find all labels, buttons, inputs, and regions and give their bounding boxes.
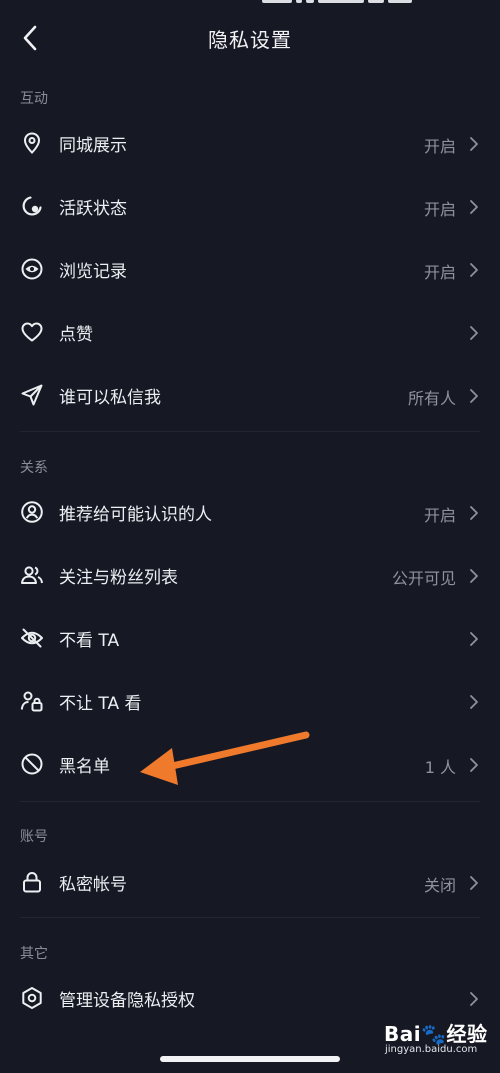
baidu-logo: Bai🐾经验	[384, 1022, 488, 1046]
row-label: 管理设备隐私授权	[59, 991, 195, 1011]
user-lock-icon	[20, 691, 43, 712]
section-divider	[20, 917, 480, 918]
chevron-right-icon	[470, 506, 478, 520]
home-indicator[interactable]	[160, 1056, 340, 1062]
row-follow-fans-list[interactable]: 关注与粉丝列表 公开可见	[0, 544, 500, 607]
chevron-right-icon	[470, 695, 478, 709]
paper-plane-icon	[21, 384, 43, 406]
eye-off-icon	[21, 628, 43, 648]
row-label: 私密帐号	[59, 875, 127, 895]
status-bar	[0, 0, 500, 10]
row-blacklist[interactable]: 黑名单 1 人	[0, 733, 500, 796]
hexagon-shield-icon	[22, 987, 42, 1009]
row-label: 推荐给可能认识的人	[59, 505, 212, 525]
row-value: 开启	[423, 263, 456, 282]
row-label: 不让 TA 看	[59, 694, 142, 714]
row-active-status[interactable]: 活跃状态 开启	[0, 175, 500, 238]
section-divider	[20, 431, 480, 432]
chevron-right-icon	[470, 137, 478, 151]
user-circle-icon	[21, 501, 43, 523]
heart-icon	[21, 322, 43, 342]
status-indicators	[262, 0, 462, 7]
users-icon	[21, 566, 43, 584]
lock-icon	[23, 872, 41, 893]
baidu-watermark: Bai🐾经验 jingyan.baidu.com	[382, 1018, 500, 1058]
row-value: 所有人	[407, 389, 456, 408]
row-local-display[interactable]: 同城展示 开启	[0, 112, 500, 175]
eye-icon	[21, 258, 43, 280]
row-label: 不看 TA	[59, 631, 120, 651]
row-value: 开启	[423, 506, 456, 525]
status-time	[38, 0, 82, 4]
chevron-right-icon	[470, 992, 478, 1006]
chevron-right-icon	[470, 758, 478, 772]
nav-bar: 隐私设置	[0, 12, 500, 64]
row-label: 点赞	[59, 325, 93, 345]
privacy-settings-screen: 隐私设置 互动 同城展示 开启 活跃状态 开启 浏览记录 开启 点赞 谁可以私信…	[0, 0, 500, 1073]
section-header-interaction: 互动	[20, 91, 48, 107]
row-label: 谁可以私信我	[59, 388, 161, 408]
page-title: 隐私设置	[208, 28, 292, 52]
section-divider	[20, 801, 480, 802]
row-value: 开启	[423, 200, 456, 219]
chevron-right-icon	[470, 389, 478, 403]
row-label: 同城展示	[59, 136, 127, 156]
row-dont-see-ta[interactable]: 不看 TA	[0, 607, 500, 670]
section-header-other: 其它	[20, 946, 48, 962]
chevron-right-icon	[470, 326, 478, 340]
chevron-right-icon	[470, 263, 478, 277]
chevron-right-icon	[470, 569, 478, 583]
location-pin-icon	[23, 132, 41, 154]
section-header-account: 账号	[20, 829, 48, 845]
section-header-relations: 关系	[20, 460, 48, 476]
row-who-can-message[interactable]: 谁可以私信我 所有人	[0, 364, 500, 427]
row-browse-history[interactable]: 浏览记录 开启	[0, 238, 500, 301]
chevron-right-icon	[470, 876, 478, 890]
watermark-url: jingyan.baidu.com	[385, 1044, 478, 1055]
row-value: 1 人	[424, 758, 456, 777]
chevron-right-icon	[470, 632, 478, 646]
row-value: 公开可见	[391, 569, 456, 588]
row-value: 开启	[423, 137, 456, 156]
row-recommend-to-contacts[interactable]: 推荐给可能认识的人 开启	[0, 481, 500, 544]
row-hide-from-ta[interactable]: 不让 TA 看	[0, 670, 500, 733]
row-label: 黑名单	[59, 757, 110, 777]
block-icon	[21, 753, 43, 775]
row-likes[interactable]: 点赞	[0, 301, 500, 364]
chevron-right-icon	[470, 200, 478, 214]
row-value: 关闭	[423, 876, 456, 895]
row-private-account[interactable]: 私密帐号 关闭	[0, 851, 500, 914]
row-label: 浏览记录	[59, 262, 127, 282]
row-label: 活跃状态	[59, 199, 127, 219]
active-status-icon	[22, 196, 42, 216]
row-label: 关注与粉丝列表	[59, 568, 178, 588]
